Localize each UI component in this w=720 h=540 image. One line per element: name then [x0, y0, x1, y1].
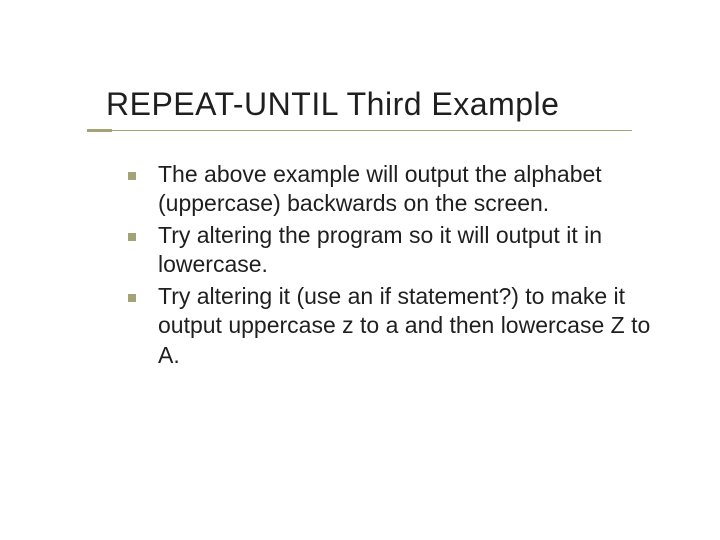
list-item: Try altering it (use an if statement?) t… [128, 282, 658, 370]
title-accent-bar [87, 129, 112, 132]
bullet-text: The above example will output the alphab… [158, 160, 658, 219]
bullet-text: Try altering it (use an if statement?) t… [158, 282, 658, 370]
slide: REPEAT-UNTIL Third Example The above exa… [0, 0, 720, 540]
bullet-text: Try altering the program so it will outp… [158, 221, 658, 280]
list-item: Try altering the program so it will outp… [128, 221, 658, 280]
square-bullet-icon [128, 233, 136, 241]
body-content: The above example will output the alphab… [128, 160, 658, 372]
square-bullet-icon [128, 172, 136, 180]
title-block: REPEAT-UNTIL Third Example [106, 86, 559, 123]
list-item: The above example will output the alphab… [128, 160, 658, 219]
title-underline [112, 130, 632, 131]
square-bullet-icon [128, 294, 136, 302]
slide-title: REPEAT-UNTIL Third Example [106, 86, 559, 123]
